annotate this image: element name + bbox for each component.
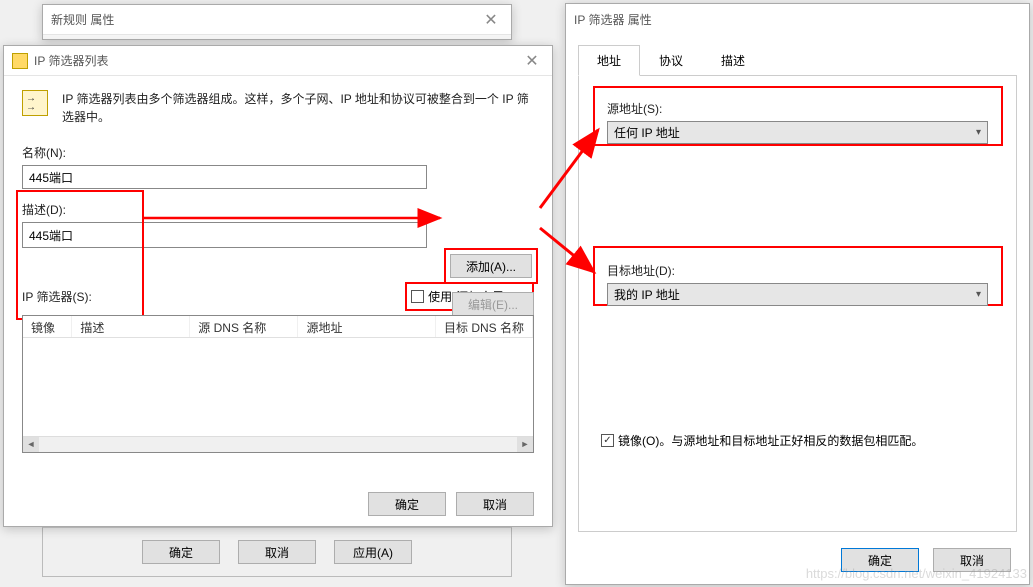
dest-value: 我的 IP 地址 bbox=[614, 286, 680, 303]
titlebar: IP 筛选器列表 ✕ bbox=[4, 46, 552, 76]
col-src-addr[interactable]: 源地址 bbox=[298, 316, 436, 337]
tab-address[interactable]: 地址 bbox=[578, 45, 640, 76]
name-label: 名称(N): bbox=[22, 144, 534, 161]
titlebar: IP 筛选器 属性 bbox=[566, 4, 1029, 34]
chevron-down-icon: ▾ bbox=[976, 127, 981, 138]
close-icon[interactable]: ✕ bbox=[512, 46, 552, 76]
name-input[interactable] bbox=[22, 165, 427, 189]
tab-bar: 地址 协议 描述 bbox=[578, 44, 1017, 76]
cancel-button[interactable]: 取消 bbox=[238, 540, 316, 564]
mirror-checkbox-wrap[interactable]: ✓ 镜像(O)。与源地址和目标地址正好相反的数据包相匹配。 bbox=[601, 432, 994, 449]
listview-header: 镜像 描述 源 DNS 名称 源地址 目标 DNS 名称 bbox=[23, 316, 533, 338]
listview-scrollbar[interactable]: ◄ ► bbox=[23, 436, 533, 452]
wizard-checkbox[interactable] bbox=[411, 290, 424, 303]
filter-arrows-icon bbox=[22, 90, 48, 116]
ok-button[interactable]: 确定 bbox=[142, 540, 220, 564]
description-row: IP 筛选器列表由多个筛选器组成。这样，多个子网、IP 地址和协议可被整合到一个… bbox=[22, 90, 534, 126]
ok-button[interactable]: 确定 bbox=[368, 492, 446, 516]
window-title: 新规则 属性 bbox=[51, 11, 114, 28]
col-dst-dns[interactable]: 目标 DNS 名称 bbox=[436, 316, 533, 337]
col-desc[interactable]: 描述 bbox=[72, 316, 190, 337]
source-address-group: 源地址(S): 任何 IP 地址 ▾ bbox=[601, 94, 994, 150]
dest-address-group: 目标地址(D): 我的 IP 地址 ▾ bbox=[601, 256, 994, 312]
filter-listview[interactable]: 镜像 描述 源 DNS 名称 源地址 目标 DNS 名称 ◄ ► bbox=[22, 315, 534, 453]
desc-label: 描述(D): bbox=[22, 201, 534, 218]
window-title: IP 筛选器 属性 bbox=[574, 11, 652, 28]
new-rule-buttons: 确定 取消 应用(A) bbox=[42, 527, 512, 577]
mirror-checkbox[interactable]: ✓ bbox=[601, 434, 614, 447]
apply-button[interactable]: 应用(A) bbox=[334, 540, 412, 564]
ip-filter-properties-window: IP 筛选器 属性 地址 协议 描述 源地址(S): 任何 IP 地址 ▾ 目标… bbox=[565, 3, 1030, 585]
source-value: 任何 IP 地址 bbox=[614, 124, 680, 141]
filter-list-icon bbox=[12, 53, 28, 69]
tab-protocol[interactable]: 协议 bbox=[640, 45, 702, 76]
dest-address-select[interactable]: 我的 IP 地址 ▾ bbox=[607, 283, 988, 306]
window-title: IP 筛选器列表 bbox=[34, 52, 108, 69]
chevron-down-icon: ▾ bbox=[976, 289, 981, 300]
scroll-right-icon[interactable]: ► bbox=[517, 437, 533, 452]
ip-filter-list-window: IP 筛选器列表 ✕ IP 筛选器列表由多个筛选器组成。这样，多个子网、IP 地… bbox=[3, 45, 553, 527]
dest-label: 目标地址(D): bbox=[607, 262, 988, 279]
tab-description[interactable]: 描述 bbox=[702, 45, 764, 76]
filter-list-label: IP 筛选器(S): bbox=[22, 288, 92, 305]
close-icon[interactable]: ✕ bbox=[471, 5, 511, 35]
col-src-dns[interactable]: 源 DNS 名称 bbox=[190, 316, 298, 337]
desc-input[interactable] bbox=[22, 222, 427, 248]
scroll-left-icon[interactable]: ◄ bbox=[23, 437, 39, 452]
highlight-box-add: 添加(A)... bbox=[444, 248, 538, 284]
new-rule-window: 新规则 属性 ✕ bbox=[42, 4, 512, 40]
watermark: https://blog.csdn.net/weixin_41924133 bbox=[806, 566, 1027, 581]
content-area: IP 筛选器列表由多个筛选器组成。这样，多个子网、IP 地址和协议可被整合到一个… bbox=[4, 76, 552, 463]
cancel-button[interactable]: 取消 bbox=[456, 492, 534, 516]
source-address-select[interactable]: 任何 IP 地址 ▾ bbox=[607, 121, 988, 144]
description-text: IP 筛选器列表由多个筛选器组成。这样，多个子网、IP 地址和协议可被整合到一个… bbox=[62, 90, 534, 126]
source-label: 源地址(S): bbox=[607, 100, 988, 117]
edit-button[interactable]: 编辑(E)... bbox=[452, 292, 534, 316]
add-button[interactable]: 添加(A)... bbox=[450, 254, 532, 278]
col-mirror[interactable]: 镜像 bbox=[23, 316, 72, 337]
titlebar: 新规则 属性 ✕ bbox=[43, 5, 511, 35]
mirror-label: 镜像(O)。与源地址和目标地址正好相反的数据包相匹配。 bbox=[618, 432, 923, 449]
tab-content: 源地址(S): 任何 IP 地址 ▾ 目标地址(D): 我的 IP 地址 ▾ ✓… bbox=[578, 76, 1017, 532]
dialog-buttons: 确定 取消 bbox=[368, 492, 534, 516]
